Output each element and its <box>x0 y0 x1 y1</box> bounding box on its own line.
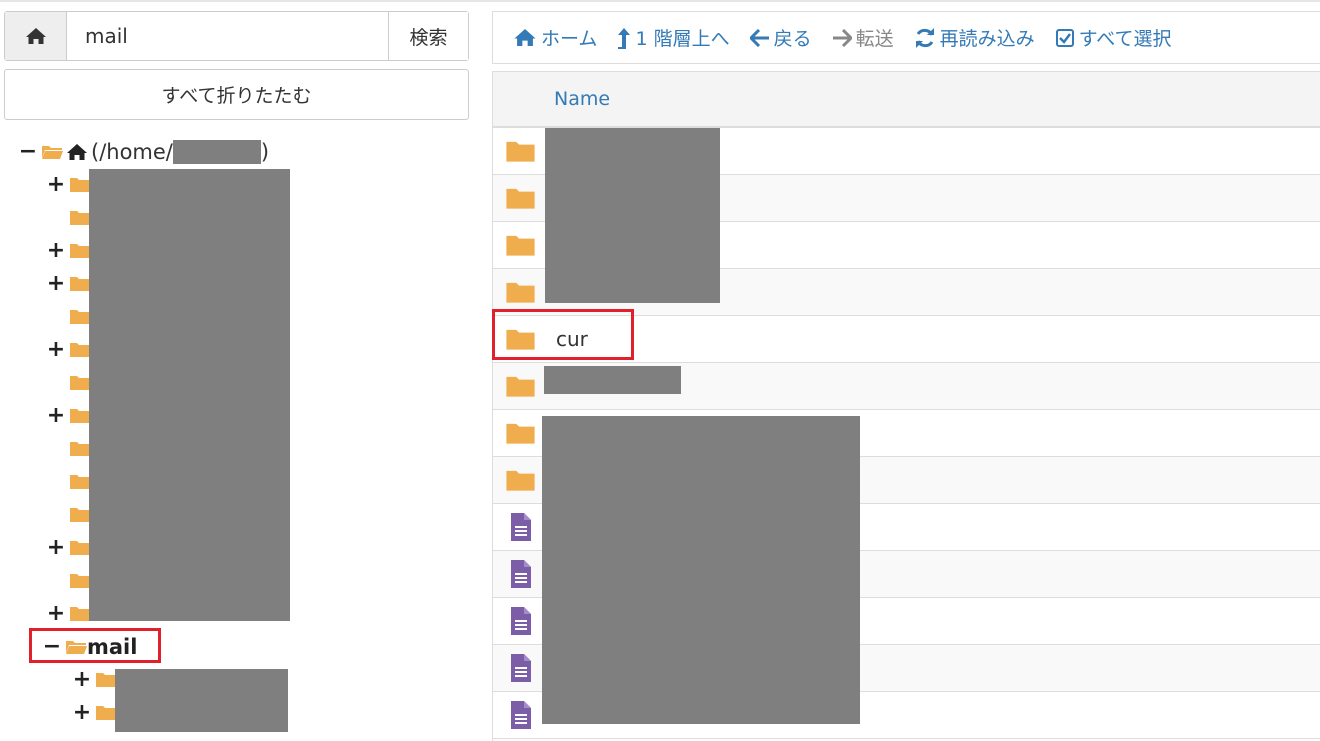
forward-button[interactable]: 転送 <box>832 24 894 51</box>
table-header: Name <box>493 72 1320 128</box>
redaction <box>545 128 720 303</box>
highlight-box <box>492 309 634 360</box>
folder-open-icon <box>42 146 63 159</box>
home-toolbar-label: ホーム <box>541 28 598 50</box>
folder-icon <box>70 211 90 225</box>
folder-icon <box>96 673 116 687</box>
expand-toggle[interactable]: + <box>46 173 66 196</box>
tree-root-label-end: ) <box>260 139 270 164</box>
expand-toggle[interactable]: + <box>72 701 92 724</box>
home-icon <box>514 29 536 46</box>
search-button[interactable]: 検索 <box>388 12 468 60</box>
redaction <box>89 169 290 621</box>
expand-toggle[interactable]: + <box>46 602 66 625</box>
file-text-icon <box>510 513 531 541</box>
folder-icon <box>70 310 90 324</box>
expand-toggle[interactable]: + <box>46 272 66 295</box>
reload-label: 再読み込み <box>939 28 1035 50</box>
file-text-icon <box>510 560 531 588</box>
expand-toggle[interactable]: + <box>72 668 92 691</box>
tree-root-label: (/home/ <box>91 139 173 164</box>
expand-toggle[interactable]: + <box>46 536 66 559</box>
folder-icon <box>70 475 90 489</box>
tree-item[interactable]: + <box>72 663 117 696</box>
folder-icon <box>506 188 535 209</box>
select-all-button[interactable]: すべて選択 <box>1055 24 1172 51</box>
folder-icon <box>70 376 90 390</box>
folder-icon <box>70 442 90 456</box>
home-icon <box>67 143 87 160</box>
search-group: 検索 <box>4 11 469 61</box>
home-icon <box>25 28 46 44</box>
folder-tree: − (/home/ ) <box>18 135 478 168</box>
folder-icon <box>506 376 535 397</box>
folder-icon <box>70 409 90 423</box>
collapse-toggle[interactable]: − <box>18 140 38 163</box>
level-up-icon <box>618 27 631 49</box>
file-text-icon <box>510 701 531 729</box>
up-level-button[interactable]: 1 階層上へ <box>617 24 730 51</box>
back-label: 戻る <box>773 28 812 50</box>
select-all-label: すべて選択 <box>1078 28 1172 50</box>
folder-icon <box>506 423 535 444</box>
collapse-all-button[interactable]: すべて折りたたむ <box>4 69 469 120</box>
folder-icon <box>70 277 90 291</box>
folder-icon <box>70 508 90 522</box>
folder-icon <box>70 574 90 588</box>
search-input[interactable] <box>67 12 388 60</box>
folder-icon <box>506 470 535 491</box>
folder-icon <box>506 141 535 162</box>
tree-root[interactable]: − (/home/ ) <box>18 135 478 168</box>
folder-icon <box>70 178 90 192</box>
toolbar: ホーム 1 階層上へ 戻る 転送 再読み込み すべて選択 <box>492 11 1320 64</box>
redaction <box>544 366 681 394</box>
back-button[interactable]: 戻る <box>749 24 812 51</box>
folder-icon <box>506 282 535 303</box>
arrow-right-icon <box>832 28 852 47</box>
folder-icon <box>70 541 90 555</box>
tree-item[interactable]: + <box>72 696 117 729</box>
file-text-icon <box>510 607 531 635</box>
reload-button[interactable]: 再読み込み <box>914 24 1035 51</box>
window-top-border <box>0 0 1320 2</box>
redaction <box>172 139 261 164</box>
redaction <box>542 416 860 724</box>
arrow-left-icon <box>749 28 769 47</box>
expand-toggle[interactable]: + <box>46 338 66 361</box>
expand-toggle[interactable]: + <box>46 404 66 427</box>
folder-icon <box>96 706 116 720</box>
home-toolbar-button[interactable]: ホーム <box>513 24 597 51</box>
folder-icon <box>506 235 535 256</box>
file-text-icon <box>510 654 531 682</box>
column-header-name[interactable]: Name <box>554 88 610 110</box>
checkbox-icon <box>1055 28 1074 47</box>
highlight-box <box>29 628 161 663</box>
refresh-icon <box>915 27 934 48</box>
folder-icon <box>70 607 90 621</box>
forward-label: 転送 <box>855 28 894 50</box>
folder-icon <box>70 343 90 357</box>
expand-toggle[interactable]: + <box>46 239 66 262</box>
up-level-label: 1 階層上へ <box>635 28 730 50</box>
redaction <box>115 669 288 732</box>
tree-children: + + <box>72 663 117 729</box>
home-button[interactable] <box>5 12 67 60</box>
folder-icon <box>70 244 90 258</box>
